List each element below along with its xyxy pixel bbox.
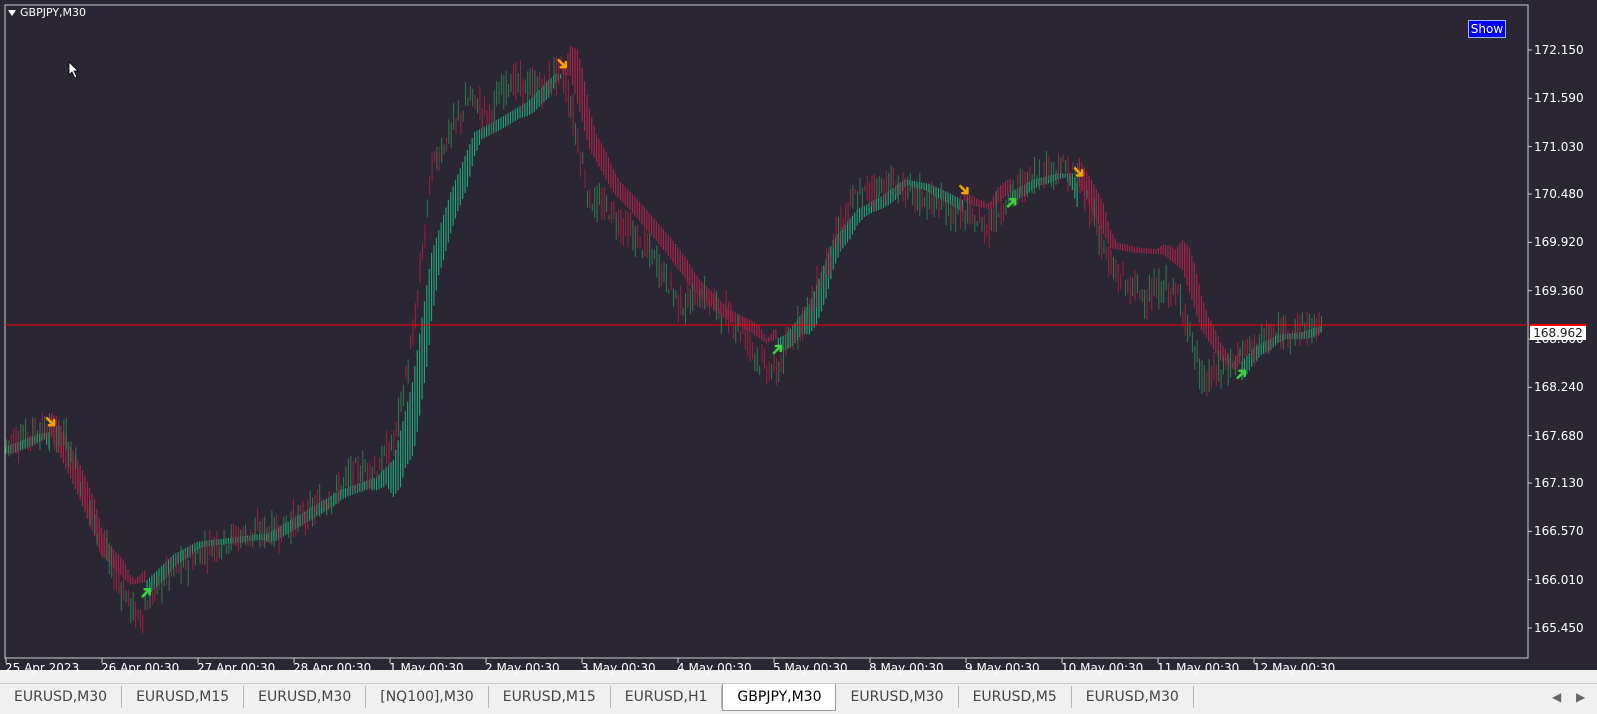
price-axis-label: 171.590	[1534, 91, 1584, 106]
chart-window[interactable]: GBPJPY,M30 Show 172.150 171.590 171.030 170…	[0, 0, 1597, 675]
time-axis-label: 2 May 00:30	[485, 661, 560, 675]
price-axis-label: 166.010	[1534, 572, 1584, 587]
sell-arrow-icon	[45, 416, 56, 427]
chart-tab[interactable]: EURUSD,M15	[122, 686, 245, 708]
current-price-label: 168.962	[1530, 324, 1586, 340]
price-axis-label: 166.570	[1534, 524, 1584, 539]
buy-arrow-icon	[1006, 198, 1017, 208]
show-button[interactable]: Show	[1468, 20, 1506, 38]
chart-tab[interactable]: EURUSD,M30	[0, 686, 123, 708]
chart-tab-bar: EURUSD,M30 EURUSD,M15 EURUSD,M30 [NQ100],M3…	[0, 683, 1597, 714]
time-axis-label: 8 May 00:30	[869, 661, 944, 675]
symbol-label: GBPJPY,M30	[20, 6, 87, 19]
price-axis-label: 167.680	[1534, 428, 1584, 443]
price-chart[interactable]	[0, 0, 1597, 670]
time-axis-label: 9 May 00:30	[965, 661, 1040, 675]
chart-tab[interactable]: GBPJPY,M30	[722, 684, 837, 711]
time-axis-label: 1 May 00:30	[389, 661, 464, 675]
sell-arrow-icon	[557, 58, 567, 69]
price-axis-label: 172.150	[1534, 43, 1584, 57]
chart-tab[interactable]: EURUSD,M5	[959, 686, 1072, 708]
candles-layer	[6, 55, 1322, 634]
buy-arrow-icon	[1236, 369, 1247, 380]
price-axis-label: 171.030	[1534, 139, 1584, 154]
mouse-cursor-icon	[68, 61, 79, 79]
price-axis-label: 169.920	[1534, 235, 1584, 250]
price-axis-label: 165.450	[1534, 621, 1584, 635]
tab-list: EURUSD,M30 EURUSD,M15 EURUSD,M30 [NQ100],M3…	[0, 684, 1194, 711]
scroll-right-icon[interactable]: ▶	[1576, 690, 1585, 704]
time-axis-label: 5 May 00:30	[773, 661, 848, 675]
sell-arrow-icon	[959, 184, 969, 195]
chart-tab[interactable]: EURUSD,M30	[836, 686, 959, 708]
time-axis-label: 10 May 00:30	[1061, 661, 1144, 675]
time-axis-label: 26 Apr 00:30	[101, 661, 180, 675]
time-axis-label: 11 May 00:30	[1157, 661, 1240, 675]
chart-tab[interactable]: EURUSD,M30	[1072, 686, 1194, 708]
time-axis-label: 3 May 00:30	[581, 661, 656, 675]
buy-arrow-icon	[141, 587, 151, 598]
scroll-left-icon[interactable]: ◀	[1552, 690, 1561, 704]
chart-tab[interactable]: EURUSD,M15	[489, 686, 611, 708]
dropdown-triangle-icon[interactable]	[8, 9, 16, 16]
sell-arrow-icon	[1073, 167, 1084, 177]
chart-tab[interactable]: [NQ100],M30	[366, 686, 489, 708]
trend-band-layer	[5, 45, 1322, 594]
chart-tab[interactable]: EURUSD,H1	[611, 686, 723, 708]
price-axis-label: 168.240	[1534, 380, 1584, 395]
time-axis-label: 28 Apr 00:30	[293, 661, 372, 675]
time-axis-label: 27 Apr 00:30	[197, 661, 276, 675]
price-axis-label: 169.360	[1534, 283, 1584, 298]
price-axis-label: 170.480	[1534, 187, 1584, 202]
price-axis-label: 167.130	[1534, 476, 1584, 491]
time-axis-label: 25 Apr 2023	[5, 661, 80, 675]
chart-tab[interactable]: EURUSD,M30	[244, 686, 367, 708]
buy-arrow-icon	[772, 344, 783, 355]
symbol-title[interactable]: GBPJPY,M30	[8, 6, 86, 19]
time-axis-label: 4 May 00:30	[677, 661, 752, 675]
axis-ticks-layer	[5, 49, 1532, 663]
signal-arrows-layer	[45, 58, 1247, 598]
time-axis-label: 12 May 00:30	[1253, 661, 1336, 675]
